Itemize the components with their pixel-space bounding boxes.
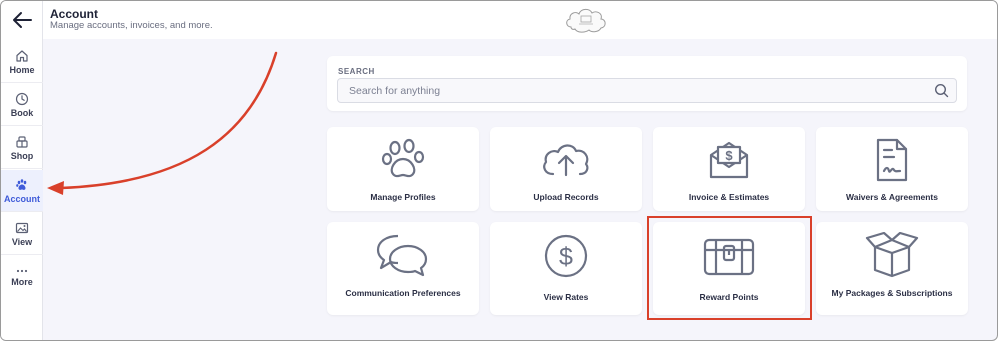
paw-icon xyxy=(16,178,27,190)
tile-upload-records[interactable]: Upload Records xyxy=(490,127,642,211)
app-window: Home Book Shop Account View More Account… xyxy=(0,0,998,341)
more-dots-icon xyxy=(16,269,28,273)
svg-text:$: $ xyxy=(725,148,733,163)
tile-communication-preferences[interactable]: Communication Preferences xyxy=(327,222,479,315)
tile-waivers-agreements[interactable]: Waivers & Agreements xyxy=(816,127,968,211)
sidebar-item-more[interactable]: More xyxy=(1,256,43,298)
header: Account Manage accounts, invoices, and m… xyxy=(43,1,997,39)
tile-label: Invoice & Estimates xyxy=(688,192,770,202)
sidebar-item-label: View xyxy=(11,236,33,247)
sidebar: Home Book Shop Account View More xyxy=(1,1,43,340)
page-title: Account xyxy=(50,7,98,21)
dollar-circle-icon: $ xyxy=(544,234,588,278)
cloud-upload-icon xyxy=(543,144,589,177)
open-box-icon xyxy=(865,232,919,278)
tile-label: Reward Points xyxy=(699,292,759,302)
tile-invoice-estimates[interactable]: $ Invoice & Estimates xyxy=(653,127,805,211)
tile-label: Waivers & Agreements xyxy=(846,192,938,202)
tile-my-packages-subscriptions[interactable]: My Packages & Subscriptions xyxy=(816,222,968,315)
search-panel: SEARCH xyxy=(327,56,967,111)
tile-label: My Packages & Subscriptions xyxy=(831,288,953,298)
sidebar-item-label: Home xyxy=(9,64,35,75)
tile-label: Communication Preferences xyxy=(345,288,461,298)
sidebar-item-label: Shop xyxy=(10,150,34,161)
sidebar-item-label: Book xyxy=(10,107,34,118)
invoice-envelope-icon: $ xyxy=(709,141,749,179)
search-icon[interactable] xyxy=(934,83,949,98)
tile-reward-points[interactable]: Reward Points xyxy=(653,222,805,315)
sidebar-item-shop[interactable]: Shop xyxy=(1,127,43,169)
search-input[interactable] xyxy=(338,79,928,102)
signed-document-icon xyxy=(876,138,908,182)
page-subtitle: Manage accounts, invoices, and more. xyxy=(50,20,213,31)
svg-text:$: $ xyxy=(559,243,573,271)
chat-bubbles-icon xyxy=(376,234,428,277)
tile-label: View Rates xyxy=(543,292,589,302)
arrow-left-icon xyxy=(13,12,32,28)
home-icon xyxy=(16,49,28,62)
image-icon xyxy=(15,222,29,233)
paw-icon xyxy=(381,138,425,178)
brand-logo xyxy=(566,8,606,33)
tile-view-rates[interactable]: $ View Rates xyxy=(490,222,642,315)
sidebar-item-book[interactable]: Book xyxy=(1,84,43,126)
shop-icon xyxy=(16,135,28,148)
sidebar-item-label: More xyxy=(11,277,33,287)
sidebar-item-label: Account xyxy=(4,193,40,204)
clock-icon xyxy=(15,92,29,105)
search-box xyxy=(337,78,957,103)
tile-label: Manage Profiles xyxy=(370,192,436,202)
tile-label: Upload Records xyxy=(533,192,599,202)
sidebar-item-view[interactable]: View xyxy=(1,213,43,255)
tile-manage-profiles[interactable]: Manage Profiles xyxy=(327,127,479,211)
sidebar-item-account[interactable]: Account xyxy=(1,170,43,212)
treasure-chest-icon xyxy=(703,238,755,276)
sidebar-item-home[interactable]: Home xyxy=(1,41,43,83)
search-label: SEARCH xyxy=(338,67,375,76)
back-button[interactable] xyxy=(9,7,35,33)
